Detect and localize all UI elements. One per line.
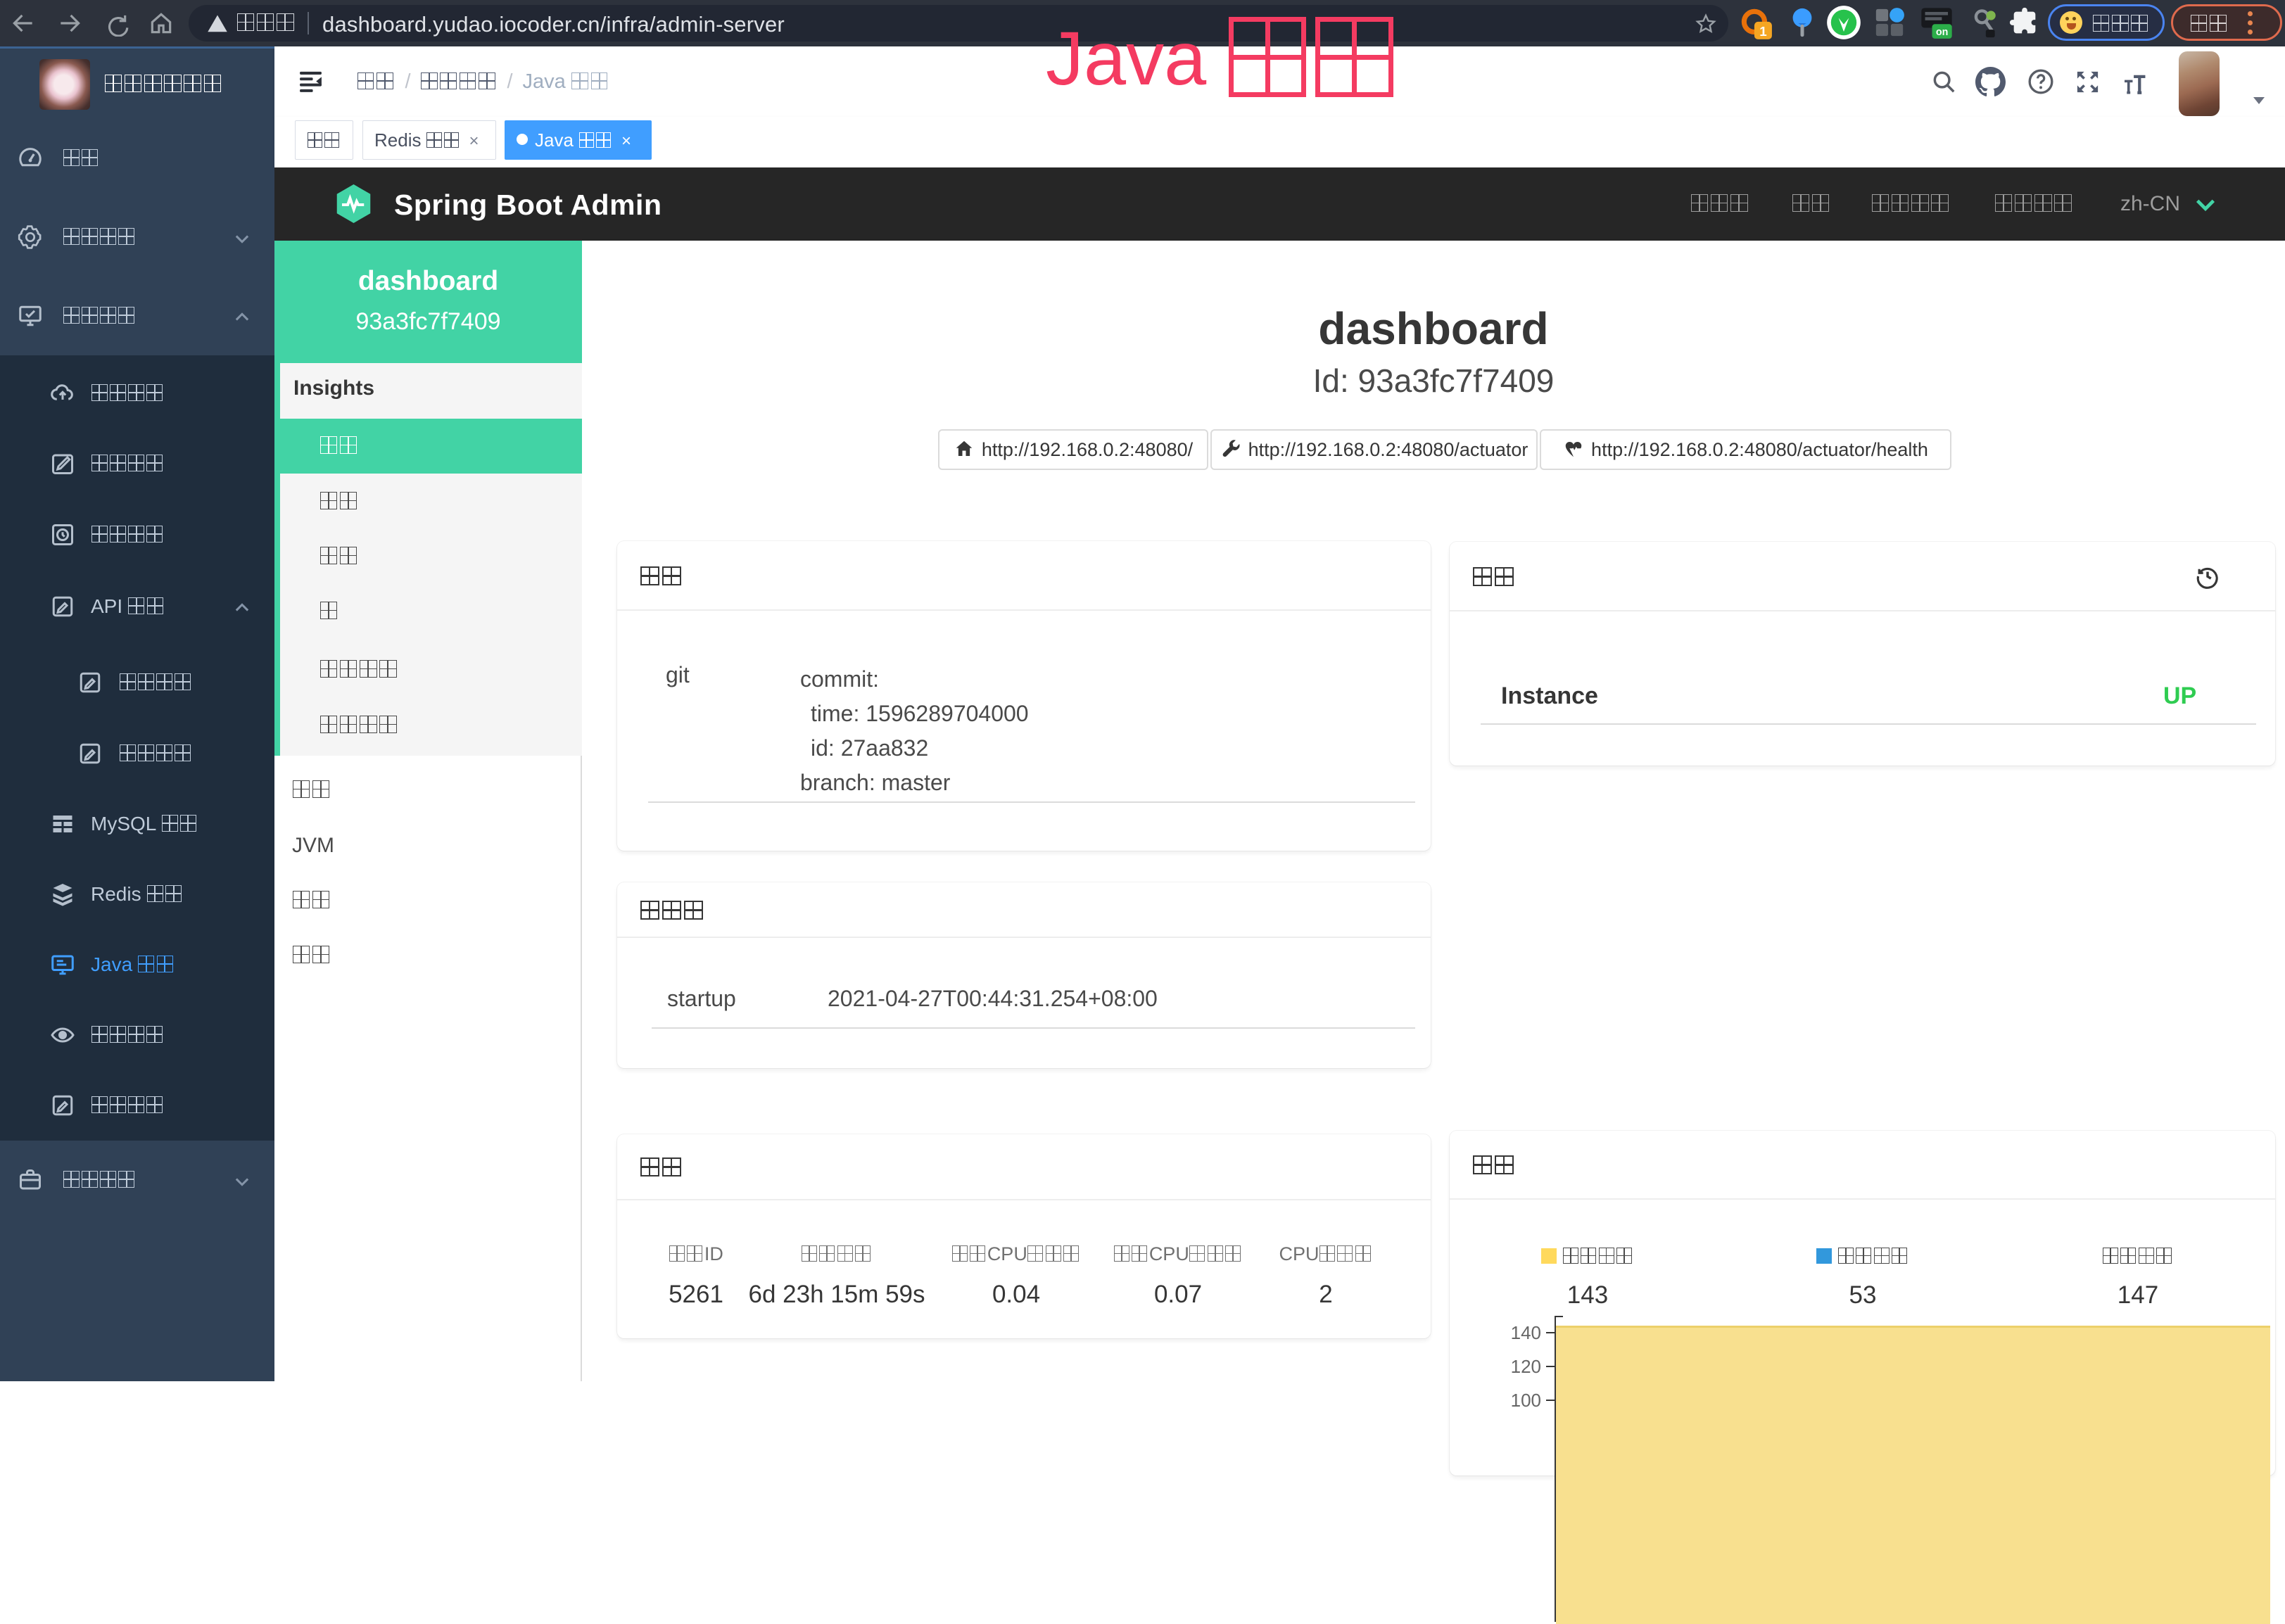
svg-text:on: on (1936, 27, 1948, 38)
svg-text:1: 1 (1759, 24, 1766, 39)
